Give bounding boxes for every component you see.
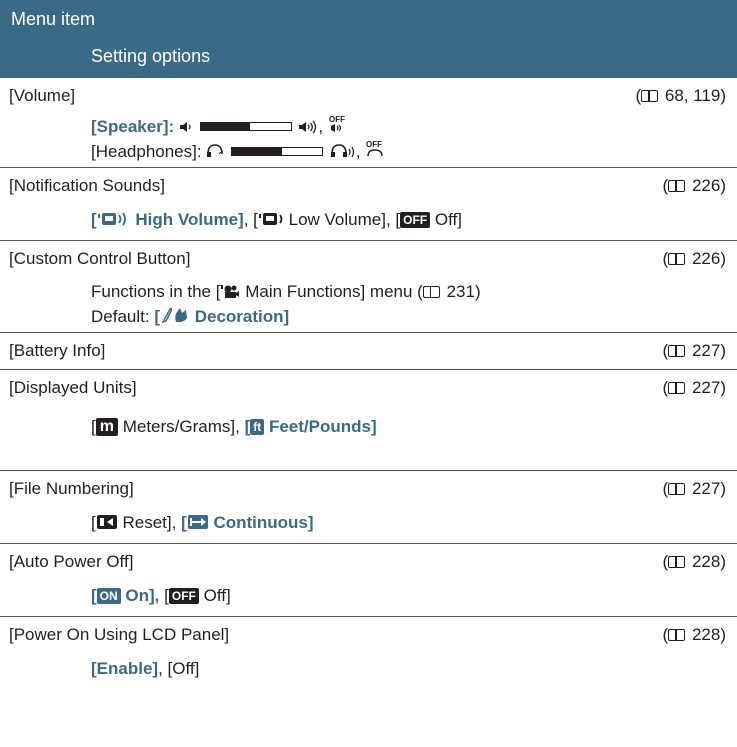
book-reference-icon [668, 483, 686, 495]
page-reference: ( 226) [662, 176, 726, 195]
headphones-label: [Headphones]: [91, 142, 202, 161]
book-reference-icon [668, 556, 686, 568]
functions-text-b: Main Functions] menu ( [245, 282, 423, 301]
speaker-volume-fill [200, 123, 251, 130]
headphones-volume-fill [232, 148, 282, 155]
row-title: [Notification Sounds] [9, 176, 165, 195]
off-icon: OFF [400, 212, 431, 228]
row-title: [Custom Control Button] [9, 249, 191, 268]
notification-low-icon [258, 213, 283, 225]
table-header: Menu item Setting options [0, 0, 737, 78]
continuous-icon [187, 515, 208, 529]
default-label: Default: [91, 307, 150, 326]
row-title: [File Numbering] [9, 479, 134, 498]
book-reference-icon [422, 286, 440, 298]
svg-text:OFF: OFF [329, 115, 345, 124]
book-reference-icon [668, 253, 686, 265]
row-title: [Auto Power Off] [9, 552, 134, 571]
row-custom-control-button: [Custom Control Button] ( 226) Functions… [0, 240, 737, 332]
book-reference-icon [668, 180, 686, 192]
option-reset: Reset], [122, 513, 177, 532]
book-reference-icon [641, 90, 659, 102]
option-low-volume: Low Volume], [288, 210, 391, 229]
speaker-volume-bar [199, 122, 292, 131]
row-battery-info: [Battery Info] ( 227) [0, 332, 737, 369]
row-volume: [Volume] ( 68, 119) [Speaker]: , OFF [He… [0, 78, 737, 167]
option-high-volume: High Volume] [135, 210, 244, 229]
book-reference-icon [668, 629, 686, 641]
row-title: [Battery Info] [9, 341, 106, 360]
decoration-icon [161, 307, 187, 324]
option-enable: [Enable] [91, 659, 159, 678]
row-displayed-units: [Displayed Units] ( 227) [m Meters/Grams… [0, 369, 737, 470]
speaker-off-icon: OFF [329, 115, 345, 132]
speaker-loud-icon [299, 120, 317, 134]
row-auto-power-off: [Auto Power Off] ( 228) [ON On], [OFF Of… [0, 543, 737, 616]
default-decoration: Decoration] [194, 307, 290, 326]
header-menu-item: Menu item [11, 9, 96, 29]
headphones-off-icon: OFF [366, 140, 383, 157]
off-icon: OFF [168, 588, 199, 604]
book-reference-icon [668, 382, 686, 394]
row-title: [Displayed Units] [9, 378, 137, 397]
page-reference: ( 226) [662, 249, 726, 268]
functions-text-a: Functions in the [ [91, 282, 221, 301]
headphones-volume-bar [231, 147, 324, 156]
page-reference: ( 227) [662, 341, 726, 360]
notification-high-icon [97, 212, 126, 226]
row-power-on-lcd: [Power On Using LCD Panel] ( 228) [Enabl… [0, 616, 737, 687]
option-off: , [Off] [158, 659, 200, 678]
on-icon: ON [96, 588, 121, 604]
page-reference: ( 68, 119) [635, 86, 726, 105]
row-notification-sounds: [Notification Sounds] ( 226) [ High Volu… [0, 167, 737, 240]
header-setting-options: Setting options [91, 46, 211, 66]
option-feet-pounds: Feet/Pounds] [268, 417, 377, 436]
row-title: [Power On Using LCD Panel] [9, 625, 230, 644]
page-reference: ( 228) [662, 552, 726, 571]
row-title: [Volume] [9, 86, 76, 105]
option-on: On], [125, 586, 160, 605]
svg-text:OFF: OFF [366, 140, 382, 149]
book-reference-icon [668, 345, 686, 357]
headphones-icon [207, 144, 224, 157]
meters-icon: m [95, 418, 118, 436]
page-reference: ( 227) [662, 378, 726, 397]
row-file-numbering: [File Numbering] ( 227) [ Reset], [ Cont… [0, 470, 737, 543]
option-off: Off] [434, 210, 462, 229]
option-meters-grams: Meters/Grams], [122, 417, 240, 436]
movie-camera-icon [221, 285, 240, 298]
page-reference: ( 228) [662, 625, 726, 644]
speaker-label: [Speaker]: [91, 117, 175, 136]
page-reference: ( 227) [662, 479, 726, 498]
headphones-loud-icon [330, 144, 354, 158]
option-off: Off] [203, 586, 231, 605]
reset-icon [96, 515, 117, 529]
settings-table: Menu item Setting options [Volume] ( 68,… [0, 0, 737, 747]
option-continuous: Continuous] [213, 513, 314, 532]
feet-icon: ft [250, 419, 265, 435]
speaker-icon [179, 122, 191, 132]
